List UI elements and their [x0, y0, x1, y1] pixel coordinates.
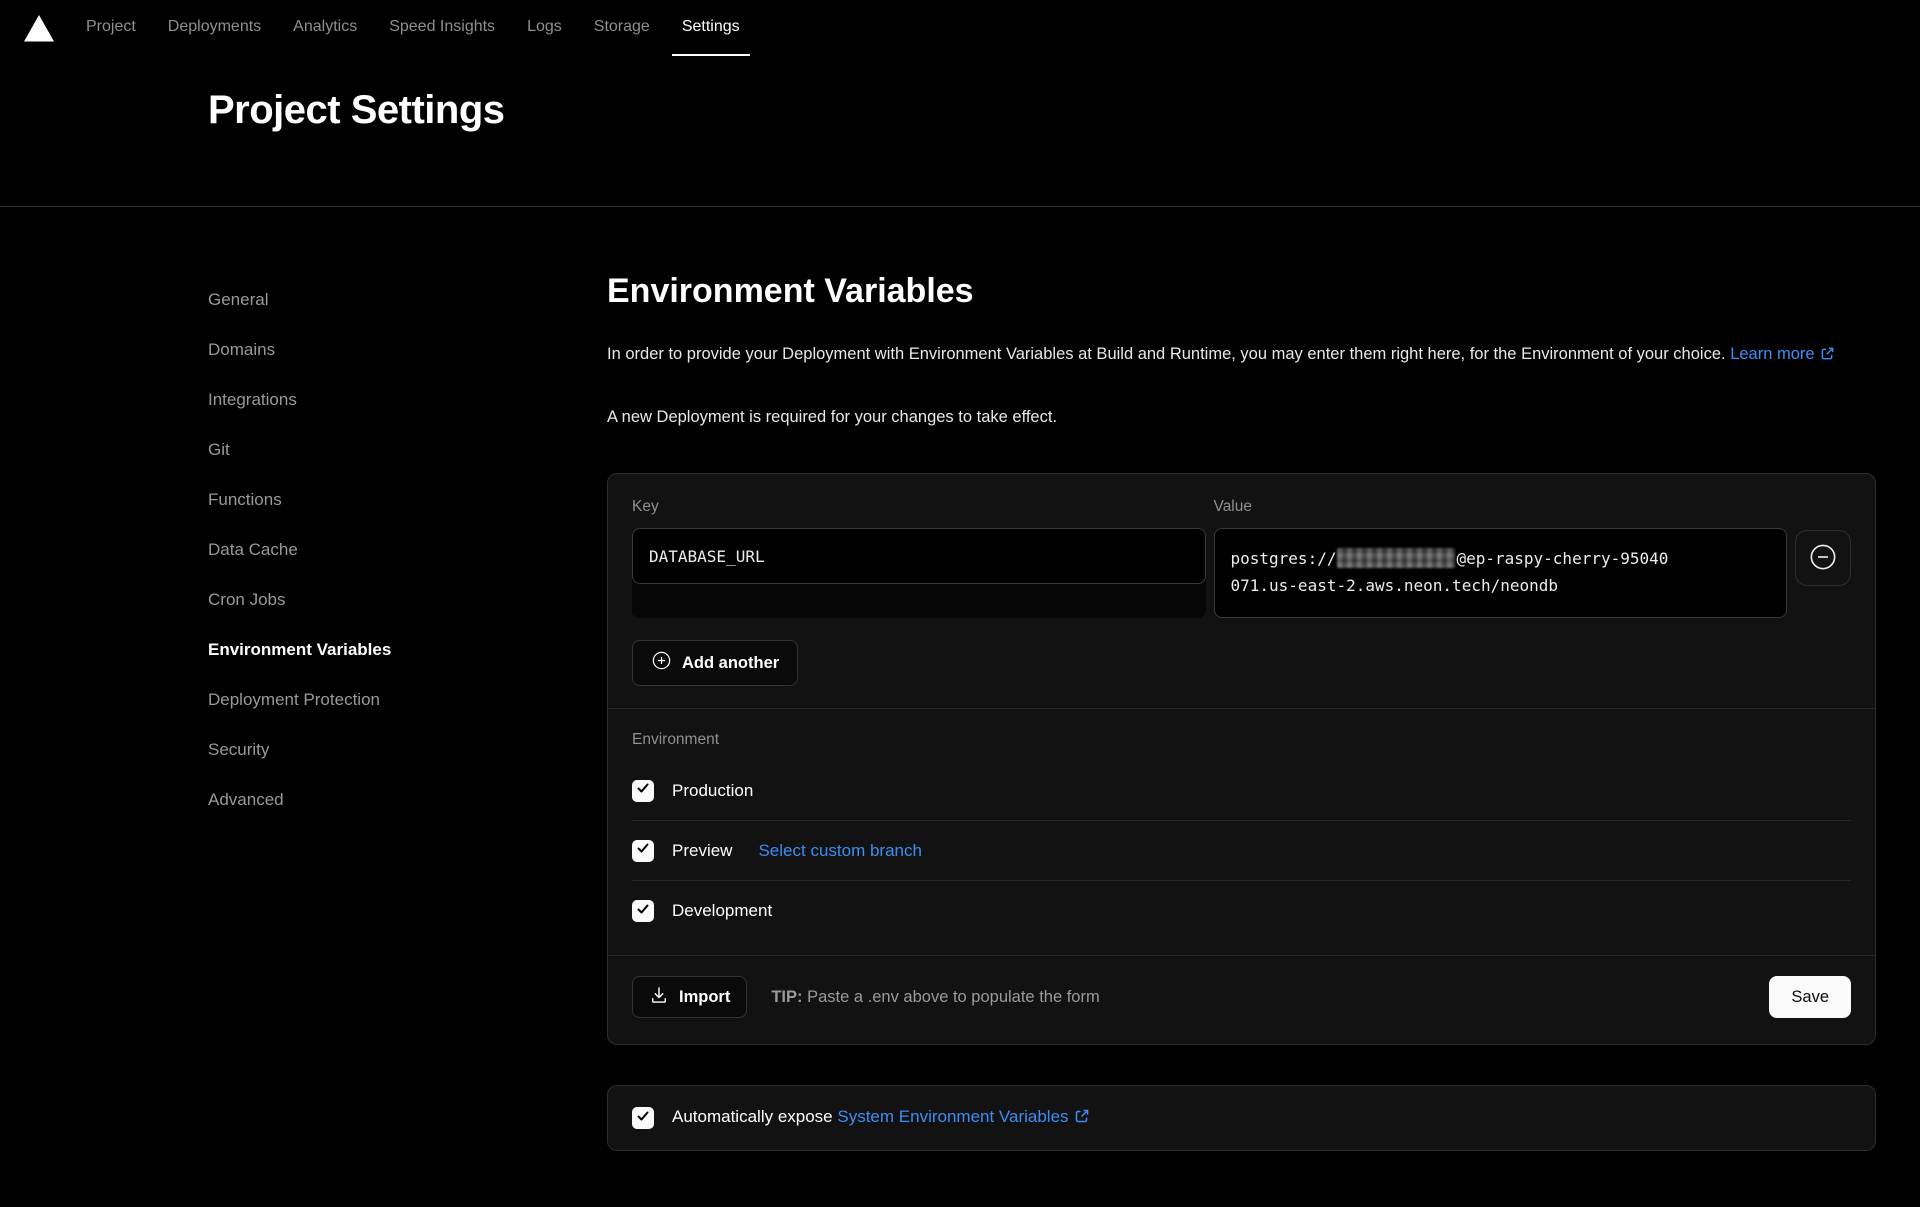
nav-tabs: Project Deployments Analytics Speed Insi…	[76, 0, 750, 56]
value-line2: 071.us-east-2.aws.neon.tech/neondb	[1231, 572, 1771, 599]
learn-more-label: Learn more	[1730, 345, 1814, 363]
download-icon	[649, 985, 669, 1010]
nav-tab-storage[interactable]: Storage	[584, 0, 660, 56]
value-input[interactable]: postgres:// @ep-raspy-cherry-95040 071.us…	[1214, 528, 1788, 618]
sidebar-item-security[interactable]: Security	[208, 725, 607, 775]
key-label: Key	[632, 498, 1206, 516]
check-icon	[636, 1109, 650, 1128]
main-panel: Environment Variables In order to provid…	[607, 207, 1876, 1151]
check-icon	[636, 781, 650, 800]
circle-plus-icon	[651, 650, 672, 676]
value-label: Value	[1214, 498, 1788, 516]
value-line1-suffix: @ep-raspy-cherry-95040	[1456, 549, 1668, 568]
redacted-credentials	[1337, 548, 1455, 568]
sidebar-item-data-cache[interactable]: Data Cache	[208, 525, 607, 575]
environment-label: Environment	[632, 731, 1851, 749]
section-title: Environment Variables	[607, 271, 1876, 311]
environment-name: Production	[672, 781, 753, 801]
sidebar-item-environment-variables[interactable]: Environment Variables	[208, 625, 607, 675]
environment-variables-card: Key Value postgres:// @ep-raspy-cherry-95…	[607, 473, 1876, 1045]
tip-prefix: TIP:	[771, 988, 802, 1006]
external-link-icon	[1820, 341, 1835, 372]
external-link-icon	[1074, 1108, 1090, 1129]
key-input[interactable]	[632, 528, 1206, 584]
development-checkbox[interactable]	[632, 900, 654, 922]
add-another-button[interactable]: Add another	[632, 640, 798, 686]
tip-text: TIP: Paste a .env above to populate the …	[771, 988, 1099, 1007]
vercel-logo-icon[interactable]	[24, 15, 54, 42]
remove-variable-button[interactable]	[1795, 530, 1851, 586]
system-env-card: Automatically expose System Environment …	[607, 1085, 1876, 1151]
sidebar-item-advanced[interactable]: Advanced	[208, 775, 607, 825]
nav-tab-project[interactable]: Project	[76, 0, 146, 56]
key-input-extension	[632, 528, 1206, 618]
nav-tab-speed-insights[interactable]: Speed Insights	[379, 0, 505, 56]
learn-more-link[interactable]: Learn more	[1730, 345, 1834, 363]
key-column: Key	[632, 498, 1206, 618]
environment-section: Environment Production Preview Select cu	[608, 709, 1875, 941]
environment-name: Development	[672, 901, 772, 921]
environment-name: Preview	[672, 841, 732, 861]
key-value-section: Key Value postgres:// @ep-raspy-cherry-95…	[608, 474, 1875, 686]
auto-expose-checkbox[interactable]	[632, 1107, 654, 1129]
settings-sidebar: General Domains Integrations Git Functio…	[208, 207, 607, 1151]
section-description: In order to provide your Deployment with…	[607, 339, 1876, 372]
check-icon	[636, 841, 650, 860]
sidebar-item-domains[interactable]: Domains	[208, 325, 607, 375]
sidebar-item-general[interactable]: General	[208, 275, 607, 325]
content: General Domains Integrations Git Functio…	[0, 207, 1920, 1151]
save-button[interactable]: Save	[1769, 976, 1851, 1018]
card-footer: Import TIP: Paste a .env above to popula…	[608, 955, 1875, 1044]
environment-row-production: Production	[632, 761, 1851, 821]
system-env-variables-label: System Environment Variables	[837, 1107, 1068, 1126]
production-checkbox[interactable]	[632, 780, 654, 802]
nav-tab-settings[interactable]: Settings	[672, 0, 750, 56]
remove-column	[1795, 498, 1851, 618]
select-custom-branch-link[interactable]: Select custom branch	[758, 841, 921, 861]
sidebar-item-functions[interactable]: Functions	[208, 475, 607, 525]
sidebar-item-git[interactable]: Git	[208, 425, 607, 475]
sidebar-item-deployment-protection[interactable]: Deployment Protection	[208, 675, 607, 725]
nav-tab-deployments[interactable]: Deployments	[158, 0, 271, 56]
sidebar-item-integrations[interactable]: Integrations	[208, 375, 607, 425]
page-header: Project Settings	[0, 56, 1920, 207]
environment-row-development: Development	[632, 881, 1851, 941]
value-column: Value postgres:// @ep-raspy-cherry-95040 …	[1214, 498, 1788, 618]
check-icon	[636, 902, 650, 921]
top-navbar: Project Deployments Analytics Speed Insi…	[0, 0, 1920, 56]
add-another-label: Add another	[682, 654, 779, 673]
auto-expose-label: Automatically expose	[672, 1107, 837, 1126]
system-env-variables-link[interactable]: System Environment Variables	[837, 1107, 1089, 1126]
description-text: In order to provide your Deployment with…	[607, 345, 1726, 363]
sidebar-item-cron-jobs[interactable]: Cron Jobs	[208, 575, 607, 625]
nav-tab-analytics[interactable]: Analytics	[283, 0, 367, 56]
preview-checkbox[interactable]	[632, 840, 654, 862]
value-prefix: postgres://	[1231, 549, 1337, 568]
environment-row-preview: Preview Select custom branch	[632, 821, 1851, 881]
import-label: Import	[679, 988, 730, 1007]
import-button[interactable]: Import	[632, 976, 747, 1018]
deployment-note: A new Deployment is required for your ch…	[607, 402, 1876, 433]
nav-tab-logs[interactable]: Logs	[517, 0, 572, 56]
page-title: Project Settings	[208, 56, 1920, 133]
tip-body: Paste a .env above to populate the form	[803, 988, 1100, 1006]
auto-expose-text: Automatically expose System Environment …	[672, 1107, 1090, 1129]
circle-minus-icon	[1808, 542, 1838, 575]
